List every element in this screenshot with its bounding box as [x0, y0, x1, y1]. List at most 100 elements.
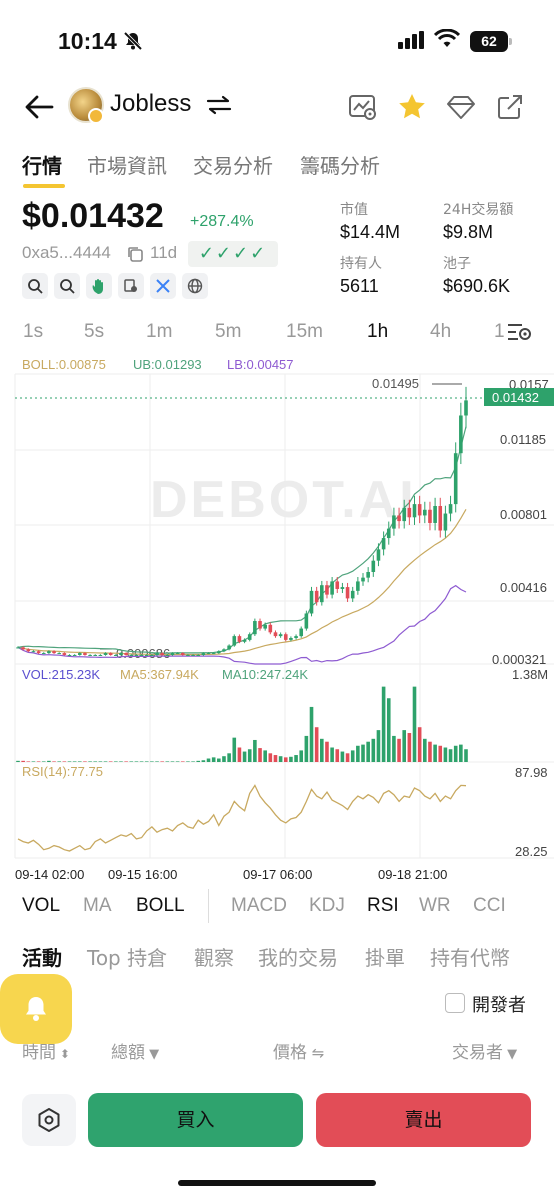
candle-body	[361, 577, 365, 582]
timeframe-1s[interactable]: 1s	[23, 321, 43, 343]
chart-settings-icon[interactable]	[506, 320, 532, 344]
tab-chip-analysis[interactable]: 籌碼分析	[300, 150, 380, 179]
volume-bar	[247, 749, 252, 762]
tab-orders[interactable]: 掛單	[365, 942, 405, 971]
developer-filter-label[interactable]: 開發者	[472, 991, 526, 1017]
analytics-icon[interactable]	[118, 273, 144, 299]
volume-bar	[26, 761, 31, 762]
volume-bar	[160, 761, 164, 762]
candle-body	[16, 647, 20, 649]
candle-body	[294, 636, 298, 638]
column-total-label: 總額	[111, 1043, 145, 1063]
tab-trade-analysis[interactable]: 交易分析	[193, 150, 273, 179]
volume-bar	[453, 745, 458, 762]
alert-bell-button[interactable]	[0, 974, 72, 1044]
active-tab-underline	[23, 184, 65, 188]
volume-ma5-label: MA5:367.94K	[120, 667, 199, 682]
volume-bar	[52, 761, 56, 762]
timeframe-1h[interactable]: 1h	[367, 321, 388, 343]
column-total[interactable]: 總額 ▼	[111, 1038, 159, 1063]
volume-bar	[242, 751, 247, 762]
status-time: 10:14	[58, 28, 117, 54]
timeframe-1m[interactable]: 1m	[146, 321, 172, 343]
volume-bar	[268, 753, 273, 762]
candle-body	[211, 653, 216, 655]
indicator-vol[interactable]: VOL	[22, 895, 60, 917]
volume-bar	[438, 745, 443, 762]
token-name[interactable]: Jobless	[110, 90, 191, 118]
column-time[interactable]: 時間 ⬍	[22, 1038, 70, 1063]
tab-activity[interactable]: 活動	[22, 942, 62, 971]
tab-market[interactable]: 行情	[22, 150, 62, 179]
website-globe-icon[interactable]	[182, 273, 208, 299]
search-icon[interactable]	[22, 273, 48, 299]
timeframe-15m[interactable]: 15m	[286, 321, 323, 343]
volume-bar	[253, 739, 257, 762]
volume-bar	[98, 761, 103, 762]
volume-bar	[144, 761, 149, 762]
indicator-wr[interactable]: WR	[419, 895, 451, 917]
sell-button[interactable]: 賣出	[316, 1093, 531, 1147]
candle-body	[325, 585, 329, 595]
volume-bar	[407, 733, 412, 762]
candle-body	[350, 590, 355, 599]
volume-bar	[211, 757, 216, 762]
switch-token-icon[interactable]	[206, 94, 232, 116]
tab-watch[interactable]: 觀察	[194, 942, 234, 971]
timeframe-5s[interactable]: 5s	[84, 321, 104, 343]
indicator-boll[interactable]: BOLL	[136, 895, 185, 917]
indicator-kdj[interactable]: KDJ	[309, 895, 345, 917]
price-chart[interactable]: DEBOT.AI BOLL:0.00875 UB:0.01293 LB:0.00…	[0, 352, 554, 886]
volume-bar	[232, 737, 237, 762]
x-twitter-icon[interactable]	[150, 273, 176, 299]
cellular-signal-icon	[398, 31, 424, 49]
security-checks[interactable]: ✓✓✓✓	[188, 241, 278, 267]
search-alt-icon[interactable]	[54, 273, 80, 299]
indicator-cci[interactable]: CCI	[473, 895, 506, 917]
developer-filter-checkbox[interactable]	[445, 993, 465, 1013]
tab-my-trades[interactable]: 我的交易	[258, 942, 338, 971]
hexagon-settings-icon	[38, 1108, 60, 1132]
tab-market-info[interactable]: 市場資訊	[87, 150, 167, 179]
share-icon[interactable]	[495, 92, 525, 122]
timeframe-5m[interactable]: 5m	[215, 321, 241, 343]
chart-canvas[interactable]: DEBOT.AI BOLL:0.00875 UB:0.01293 LB:0.00…	[0, 352, 554, 886]
candle-body	[268, 624, 273, 633]
volume-bar	[433, 744, 437, 762]
diamond-icon[interactable]	[446, 92, 476, 122]
chart-watch-icon[interactable]	[348, 92, 378, 122]
favorite-star-icon[interactable]	[397, 92, 427, 122]
candle-body	[392, 515, 396, 529]
volume-bar	[366, 741, 370, 762]
candle-body	[150, 654, 154, 656]
hand-icon[interactable]	[86, 273, 112, 299]
column-price[interactable]: 價格 ⇋	[273, 1038, 324, 1063]
indicator-rsi[interactable]: RSI	[367, 895, 399, 917]
volume-bar	[392, 735, 396, 762]
volume-bar	[381, 686, 386, 762]
volume-bar	[335, 749, 340, 762]
volume-24h-value: $9.8M	[443, 222, 494, 242]
candle-body	[103, 653, 108, 655]
candle-body	[119, 653, 123, 655]
trade-settings-button[interactable]	[22, 1094, 76, 1146]
volume-bar	[16, 760, 20, 762]
back-arrow-icon[interactable]	[22, 90, 56, 124]
candle-body	[129, 654, 134, 656]
tab-top-holders[interactable]: Top 持倉	[87, 942, 167, 971]
copy-icon[interactable]	[126, 245, 144, 263]
indicator-ma[interactable]: MA	[83, 895, 112, 917]
volume-bar	[139, 761, 144, 762]
tab-holdings[interactable]: 持有代幣	[430, 942, 510, 971]
timeframe-1d[interactable]: 1	[494, 321, 505, 343]
candle-body	[237, 636, 242, 642]
candle-body	[124, 653, 128, 655]
column-trader[interactable]: 交易者 ▼	[452, 1038, 517, 1063]
candle-body	[175, 653, 180, 655]
indicator-macd[interactable]: MACD	[231, 895, 287, 917]
buy-button[interactable]: 買入	[88, 1093, 303, 1147]
volume-bar	[330, 747, 334, 762]
rsi-axis-min: 28.25	[515, 844, 548, 859]
volume-label: VOL:215.23K	[22, 667, 100, 682]
timeframe-4h[interactable]: 4h	[430, 321, 451, 343]
